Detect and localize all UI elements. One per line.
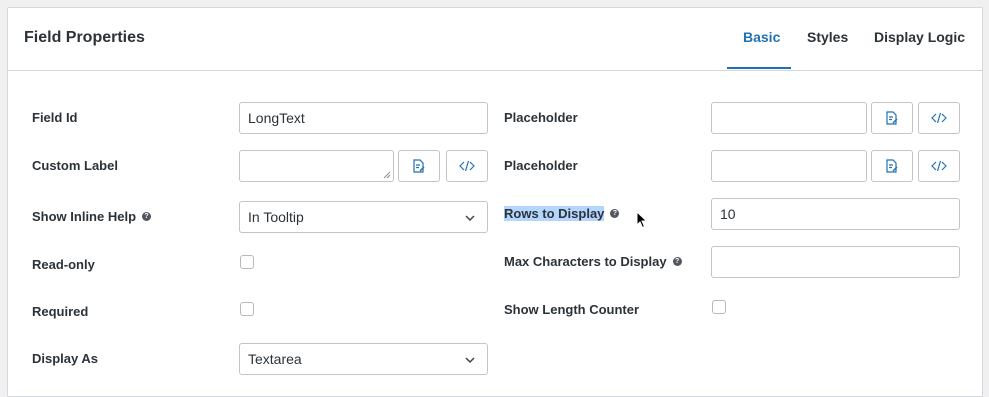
resize-grip-icon[interactable] bbox=[383, 171, 391, 179]
show-inline-help-select[interactable]: In Tooltip bbox=[239, 201, 488, 233]
help-icon[interactable]: ? bbox=[672, 257, 682, 266]
code-icon bbox=[459, 160, 475, 172]
translate-icon bbox=[886, 111, 898, 125]
mouse-pointer-icon bbox=[636, 211, 648, 229]
field-id-input[interactable]: LongText bbox=[239, 102, 488, 134]
placeholder-input-2[interactable] bbox=[711, 150, 867, 182]
placeholder-2-code-button[interactable] bbox=[918, 150, 960, 182]
max-characters-input[interactable] bbox=[711, 246, 960, 278]
active-tab-indicator bbox=[727, 67, 791, 69]
show-length-counter-checkbox[interactable] bbox=[712, 300, 726, 314]
translate-icon bbox=[886, 159, 898, 173]
placeholder-input[interactable] bbox=[711, 102, 867, 134]
read-only-checkbox[interactable] bbox=[240, 255, 254, 269]
tab-basic[interactable]: Basic bbox=[743, 29, 780, 45]
display-as-value: Textarea bbox=[248, 351, 302, 367]
field-id-label: Field Id bbox=[32, 110, 78, 125]
chevron-down-icon bbox=[465, 357, 475, 364]
code-icon bbox=[931, 112, 947, 124]
panel-title: Field Properties bbox=[24, 29, 145, 46]
translate-icon bbox=[413, 159, 425, 173]
max-characters-label: Max Characters to Display ? bbox=[504, 254, 682, 269]
display-as-label: Display As bbox=[32, 351, 98, 366]
placeholder-code-button[interactable] bbox=[918, 102, 960, 134]
show-inline-help-label: Show Inline Help ? bbox=[32, 209, 152, 224]
code-icon bbox=[931, 160, 947, 172]
rows-to-display-label: Rows to Display ? bbox=[504, 206, 620, 221]
tab-styles[interactable]: Styles bbox=[807, 29, 848, 45]
custom-label-textarea[interactable] bbox=[239, 150, 394, 182]
help-icon[interactable]: ? bbox=[142, 212, 152, 221]
custom-label-code-button[interactable] bbox=[446, 150, 488, 182]
help-icon[interactable]: ? bbox=[610, 209, 620, 218]
placeholder-2-translate-button[interactable] bbox=[871, 150, 913, 182]
placeholder-translate-button[interactable] bbox=[871, 102, 913, 134]
rows-to-display-input[interactable]: 10 bbox=[711, 198, 960, 230]
placeholder-label: Placeholder bbox=[504, 110, 578, 125]
required-checkbox[interactable] bbox=[240, 302, 254, 316]
placeholder-label-2: Placeholder bbox=[504, 158, 578, 173]
panel-header: Field Properties Basic Styles Display Lo… bbox=[8, 8, 982, 71]
show-length-counter-label: Show Length Counter bbox=[504, 302, 640, 317]
required-label: Required bbox=[32, 304, 89, 319]
read-only-label: Read-only bbox=[32, 257, 95, 272]
tab-display-logic[interactable]: Display Logic bbox=[874, 29, 965, 45]
chevron-down-icon bbox=[465, 215, 475, 222]
custom-label-translate-button[interactable] bbox=[398, 150, 440, 182]
show-inline-help-value: In Tooltip bbox=[248, 209, 304, 225]
display-as-select[interactable]: Textarea bbox=[239, 343, 488, 375]
custom-label-label: Custom Label bbox=[32, 158, 118, 173]
